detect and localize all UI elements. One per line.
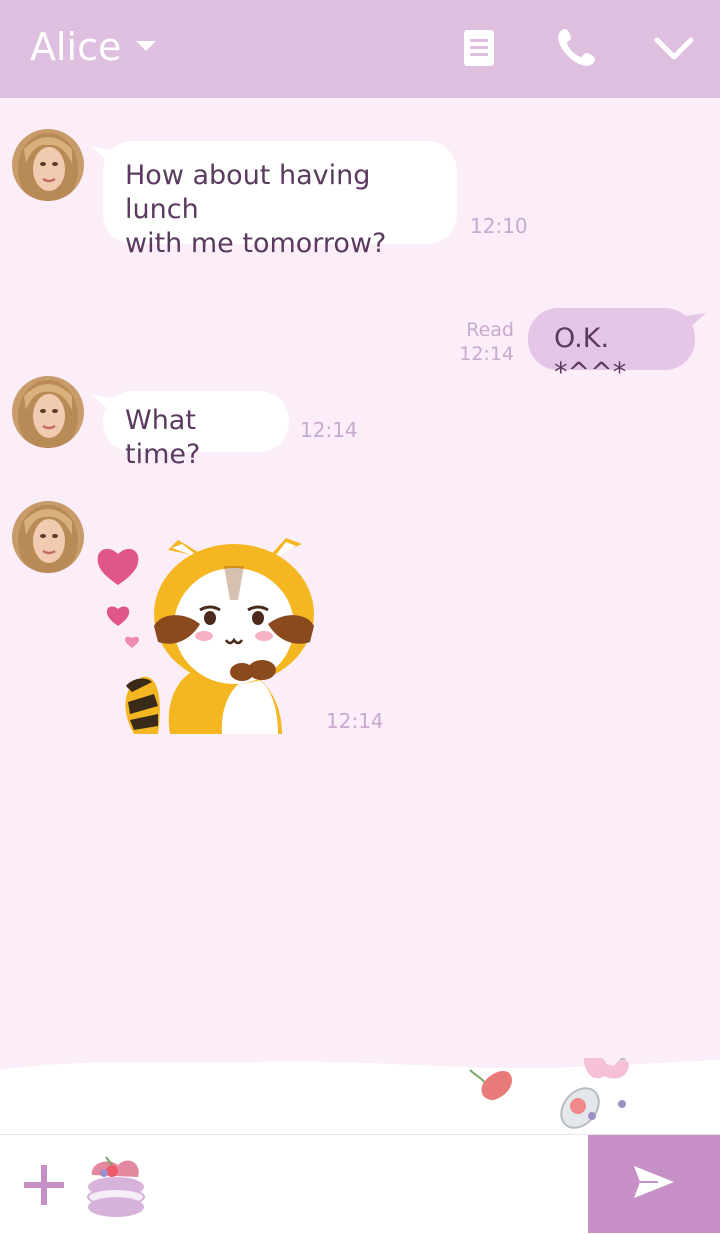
chevron-down-icon[interactable] (135, 38, 157, 57)
send-icon (632, 1164, 676, 1204)
phone-icon[interactable] (556, 26, 598, 72)
message-input[interactable] (160, 1155, 574, 1215)
message-bubble[interactable]: How about having lunch with me tomorrow? (103, 141, 457, 259)
message-text: What time? (125, 405, 201, 470)
send-button[interactable] (588, 1135, 720, 1233)
message-bubble[interactable]: What time? (103, 391, 289, 470)
bubble-tail (678, 313, 706, 333)
notes-icon[interactable] (462, 28, 496, 72)
message-time: 12:14 (326, 709, 384, 733)
my-message-bubble[interactable]: O.K. *^^* (528, 308, 695, 388)
message-text-line: How about having lunch (125, 160, 371, 225)
chat-area[interactable]: How about having lunch with me tomorrow?… (0, 98, 720, 1234)
contact-title[interactable]: Alice (30, 22, 157, 72)
message-text-line: with me tomorrow? (125, 228, 387, 259)
chat-header: Alice (0, 0, 720, 98)
collapse-chevron-icon[interactable] (654, 36, 694, 66)
message-time: 12:14 (300, 418, 358, 442)
read-receipt: Read (466, 319, 514, 341)
message-text: O.K. *^^* (554, 323, 627, 388)
contact-name[interactable]: Alice (30, 22, 121, 72)
message-time: 12:10 (470, 214, 528, 238)
message-input-bar (0, 1134, 720, 1233)
avatar[interactable] (12, 501, 84, 573)
sticker-icon[interactable] (84, 1151, 148, 1223)
message-time: 12:14 (459, 343, 514, 365)
plus-icon[interactable] (22, 1163, 66, 1211)
avatar[interactable] (12, 129, 84, 201)
raccoon-hearts-sticker[interactable] (92, 530, 322, 734)
avatar[interactable] (12, 376, 84, 448)
